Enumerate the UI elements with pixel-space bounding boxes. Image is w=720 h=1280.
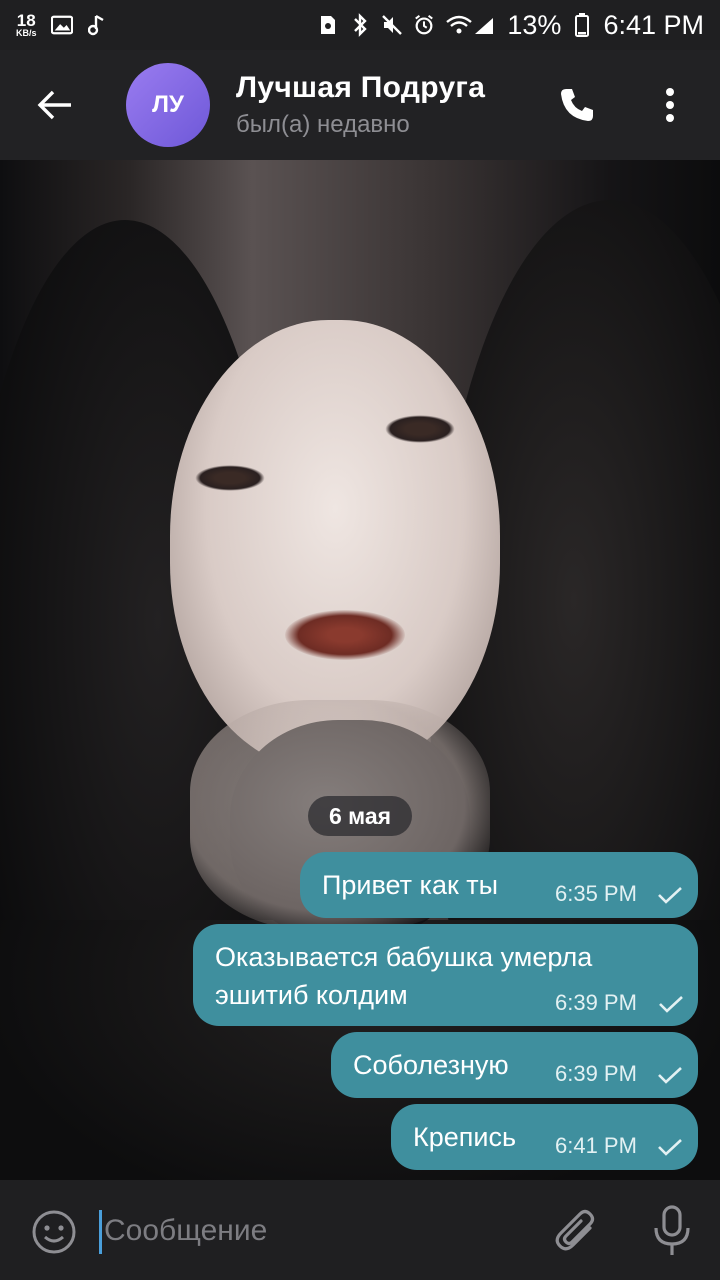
message-bubble-outgoing[interactable]: Крепись 6:41 PM: [391, 1104, 698, 1170]
clock: 6:41 PM: [603, 9, 704, 40]
sim-card-icon: [317, 14, 339, 36]
message-time: 6:39 PM: [555, 990, 637, 1015]
message-text: Крепись: [413, 1122, 517, 1152]
battery-icon: [571, 13, 593, 37]
paperclip-icon: [555, 1209, 595, 1251]
bluetooth-icon: [349, 13, 371, 37]
attach-button[interactable]: [552, 1206, 602, 1256]
read-check-icon: [658, 1139, 682, 1156]
date-separator: 6 мая: [308, 796, 412, 836]
chat-area[interactable]: [0, 160, 720, 1180]
read-check-icon: [658, 1067, 682, 1084]
music-note-icon: [87, 14, 109, 36]
status-left: 18 KB/s: [16, 12, 109, 38]
battery-percent: 13%: [507, 9, 562, 40]
microphone-button[interactable]: [650, 1204, 694, 1258]
read-check-icon: [659, 996, 683, 1013]
contact-name: Лучшая Подруга: [236, 71, 486, 104]
message-bubble-outgoing[interactable]: Соболезную 6:39 PM: [331, 1032, 698, 1098]
call-button[interactable]: [552, 80, 602, 130]
back-button[interactable]: [22, 72, 88, 138]
avatar-initials: ЛУ: [152, 91, 184, 118]
message-composer: [0, 1180, 720, 1280]
status-bar: 18 KB/s 13% 6:41 PM: [0, 0, 720, 50]
read-check-icon: [658, 887, 682, 904]
message-text-line2: эшитиб колдим: [215, 980, 408, 1010]
network-speed-unit: KB/s: [16, 28, 37, 38]
chat-title-block[interactable]: Лучшая Подруга был(а) недавно: [236, 71, 485, 139]
network-speed-value: 18: [16, 11, 36, 30]
message-text-line1: Оказывается бабушка умерла: [215, 942, 593, 972]
text-cursor: [99, 1210, 102, 1254]
message-input[interactable]: [104, 1206, 524, 1256]
message-time: 6:35 PM: [555, 881, 637, 906]
more-vertical-icon: [666, 88, 674, 122]
network-speed: 18 KB/s: [16, 12, 37, 38]
avatar[interactable]: ЛУ: [126, 63, 210, 147]
status-right: 13% 6:41 PM: [317, 10, 704, 41]
smiley-icon: [32, 1210, 76, 1254]
microphone-icon: [654, 1205, 690, 1255]
date-label: 6 мая: [328, 802, 392, 829]
back-arrow-icon: [37, 90, 71, 120]
message-bubble-outgoing[interactable]: Привет как ты 6:35 PM: [300, 852, 698, 918]
wifi-icon: [445, 14, 497, 36]
more-menu-button[interactable]: [650, 80, 690, 130]
image-icon: [50, 14, 73, 36]
contact-status: был(а) недавно: [236, 111, 410, 138]
message-time: 6:39 PM: [555, 1061, 637, 1086]
phone-icon: [561, 89, 593, 121]
emoji-button[interactable]: [30, 1208, 78, 1256]
chat-header: ЛУ Лучшая Подруга был(а) недавно: [0, 50, 720, 160]
mute-icon: [381, 14, 403, 36]
message-time: 6:41 PM: [555, 1133, 637, 1158]
message-text: Привет как ты: [322, 870, 499, 900]
message-text: Соболезную: [353, 1050, 509, 1080]
message-bubble-outgoing[interactable]: Оказывается бабушка умерла эшитиб колдим…: [193, 924, 698, 1026]
alarm-icon: [413, 14, 435, 36]
